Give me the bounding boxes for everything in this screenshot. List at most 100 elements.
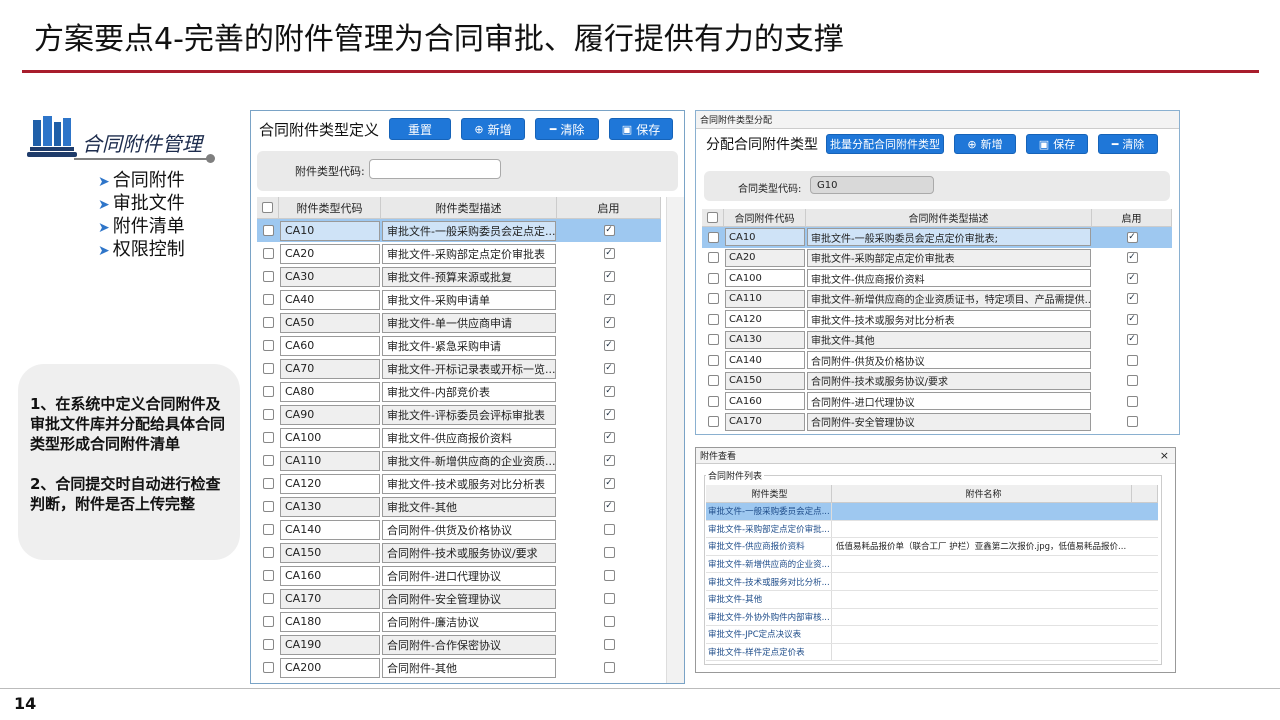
attachment-type-cell[interactable]: 审批文件-技术或服务对比分析... (706, 573, 832, 590)
enabled-checkbox[interactable]: ✓ (603, 363, 615, 374)
desc-field[interactable]: 审批文件-紧急采购申请 (382, 335, 556, 356)
row-checkbox[interactable] (707, 313, 719, 325)
desc-field[interactable]: 审批文件-其他 (382, 496, 556, 517)
enabled-checkbox[interactable] (603, 593, 615, 604)
list-item[interactable]: 审批文件-样件定点定价表 (706, 643, 1158, 662)
table-row[interactable]: CA180 合同附件-廉洁协议 (257, 610, 661, 633)
table-row[interactable]: CA190 合同附件-合作保密协议 (257, 633, 661, 656)
enabled-checkbox[interactable] (1126, 416, 1138, 428)
list-item[interactable]: 审批文件-外协外购件内部审核... (706, 608, 1158, 627)
row-checkbox[interactable] (707, 354, 719, 366)
code-field[interactable]: CA140 (725, 351, 805, 370)
code-field[interactable]: CA140 (280, 519, 380, 540)
close-icon[interactable]: × (1160, 449, 1169, 462)
enabled-checkbox[interactable]: ✓ (603, 340, 615, 351)
add-button[interactable]: ⊕ 新增 (461, 118, 526, 140)
attachment-name-cell[interactable] (832, 609, 1132, 626)
enabled-checkbox[interactable]: ✓ (1126, 252, 1138, 264)
col-header-desc[interactable]: 合同附件类型描述 (806, 209, 1092, 226)
desc-field[interactable]: 审批文件-供应商报价资料 (382, 427, 556, 448)
table-row[interactable]: CA160 合同附件-进口代理协议 (702, 391, 1172, 412)
col-header-code[interactable]: 附件类型代码 (279, 197, 381, 218)
attachment-type-cell[interactable]: 审批文件-其他 (706, 590, 832, 608)
code-field[interactable]: CA190 (280, 634, 380, 655)
table-row[interactable]: CA130 审批文件-其他 ✓ (257, 495, 661, 518)
code-field[interactable]: CA130 (280, 496, 380, 517)
table-row[interactable]: CA170 合同附件-安全管理协议 (702, 412, 1172, 433)
enabled-checkbox[interactable] (603, 524, 615, 535)
row-checkbox[interactable] (262, 547, 274, 558)
enabled-checkbox[interactable]: ✓ (603, 317, 615, 328)
enabled-checkbox[interactable]: ✓ (603, 455, 615, 466)
row-checkbox[interactable] (262, 363, 274, 374)
row-checkbox[interactable] (262, 248, 274, 259)
attachment-type-cell[interactable]: 审批文件-新增供应商的企业资... (706, 555, 832, 573)
desc-field[interactable]: 合同附件-供货及价格协议 (382, 519, 556, 540)
table-row[interactable]: CA140 合同附件-供货及价格协议 (257, 518, 661, 541)
enabled-checkbox[interactable]: ✓ (603, 225, 615, 236)
list-item[interactable]: 审批文件-新增供应商的企业资... (706, 555, 1158, 574)
enabled-checkbox[interactable]: ✓ (1126, 313, 1138, 325)
row-checkbox[interactable] (262, 501, 274, 512)
desc-field[interactable]: 审批文件-供应商报价资料 (807, 269, 1091, 288)
row-checkbox[interactable] (707, 395, 719, 407)
save-button[interactable]: ▣ 保存 (609, 118, 674, 140)
enabled-checkbox[interactable]: ✓ (603, 432, 615, 443)
enabled-checkbox[interactable]: ✓ (603, 409, 615, 420)
code-field[interactable]: CA160 (280, 565, 380, 586)
enabled-checkbox[interactable]: ✓ (1126, 334, 1138, 346)
list-item[interactable]: 审批文件-技术或服务对比分析... (706, 573, 1158, 591)
row-checkbox[interactable] (262, 616, 274, 627)
desc-field[interactable]: 合同附件-安全管理协议 (807, 412, 1091, 431)
row-checkbox[interactable] (262, 271, 274, 282)
enabled-checkbox[interactable] (603, 570, 615, 581)
row-checkbox[interactable] (262, 432, 274, 443)
col-header-enabled[interactable]: 启用 (557, 197, 661, 218)
attachment-name-cell[interactable] (832, 503, 1132, 520)
desc-field[interactable]: 合同附件-进口代理协议 (807, 392, 1091, 411)
reset-button[interactable]: 重置 (389, 118, 452, 140)
clear-button[interactable]: ━ 清除 (535, 118, 600, 140)
desc-field[interactable]: 审批文件-新增供应商的企业资质证书，特定项目、产品需提供... (807, 289, 1091, 308)
table-row[interactable]: CA50 审批文件-单一供应商申请 ✓ (257, 311, 661, 334)
row-checkbox[interactable] (262, 386, 274, 397)
code-field[interactable]: CA120 (725, 310, 805, 329)
table-row[interactable]: CA120 审批文件-技术或服务对比分析表 ✓ (702, 309, 1172, 330)
desc-field[interactable]: 合同附件-廉洁协议 (382, 611, 556, 632)
table-row[interactable]: CA30 审批文件-预算来源或批复 ✓ (257, 265, 661, 288)
row-checkbox[interactable] (262, 225, 274, 236)
code-field[interactable]: CA200 (280, 657, 380, 678)
table-row[interactable]: CA10 审批文件-一般采购委员会定点定... ✓ (257, 219, 661, 242)
code-field[interactable]: CA70 (280, 358, 380, 379)
row-checkbox[interactable] (707, 293, 719, 305)
table-row[interactable]: CA20 审批文件-采购部定点定价审批表 ✓ (257, 242, 661, 265)
enabled-checkbox[interactable]: ✓ (603, 478, 615, 489)
enabled-checkbox[interactable]: ✓ (603, 248, 615, 259)
row-checkbox[interactable] (707, 231, 719, 243)
row-checkbox[interactable] (707, 416, 719, 428)
select-all-checkbox[interactable] (262, 202, 273, 213)
row-checkbox[interactable] (707, 334, 719, 346)
code-field[interactable]: CA150 (725, 371, 805, 390)
row-checkbox[interactable] (262, 662, 274, 673)
attachment-name-cell[interactable] (832, 591, 1132, 608)
list-item[interactable]: 审批文件-一般采购委员会定点... (706, 503, 1158, 521)
code-field[interactable]: CA80 (280, 381, 380, 402)
list-item[interactable]: 审批文件-JPC定点决议表 (706, 626, 1158, 644)
code-field[interactable]: CA160 (725, 392, 805, 411)
row-checkbox[interactable] (262, 340, 274, 351)
enabled-checkbox[interactable]: ✓ (603, 271, 615, 282)
desc-field[interactable]: 合同附件-供货及价格协议 (807, 351, 1091, 370)
attachment-type-cell[interactable]: 审批文件-JPC定点决议表 (706, 626, 832, 643)
row-checkbox[interactable] (707, 272, 719, 284)
table-row[interactable]: CA160 合同附件-进口代理协议 (257, 564, 661, 587)
table-row[interactable]: CA170 合同附件-安全管理协议 (257, 587, 661, 610)
desc-field[interactable]: 合同附件-其他 (382, 657, 556, 678)
enabled-checkbox[interactable] (603, 639, 615, 650)
table-row[interactable]: CA70 审批文件-开标记录表或开标一览... ✓ (257, 357, 661, 380)
table-row[interactable]: CA10 审批文件-一般采购委员会定点定价审批表; ✓ (702, 227, 1172, 248)
attachment-code-input[interactable] (369, 159, 501, 179)
attachment-type-cell[interactable]: 审批文件-外协外购件内部审核... (706, 608, 832, 626)
code-field[interactable]: CA20 (725, 248, 805, 267)
col-header-code[interactable]: 合同附件代码 (724, 209, 806, 226)
